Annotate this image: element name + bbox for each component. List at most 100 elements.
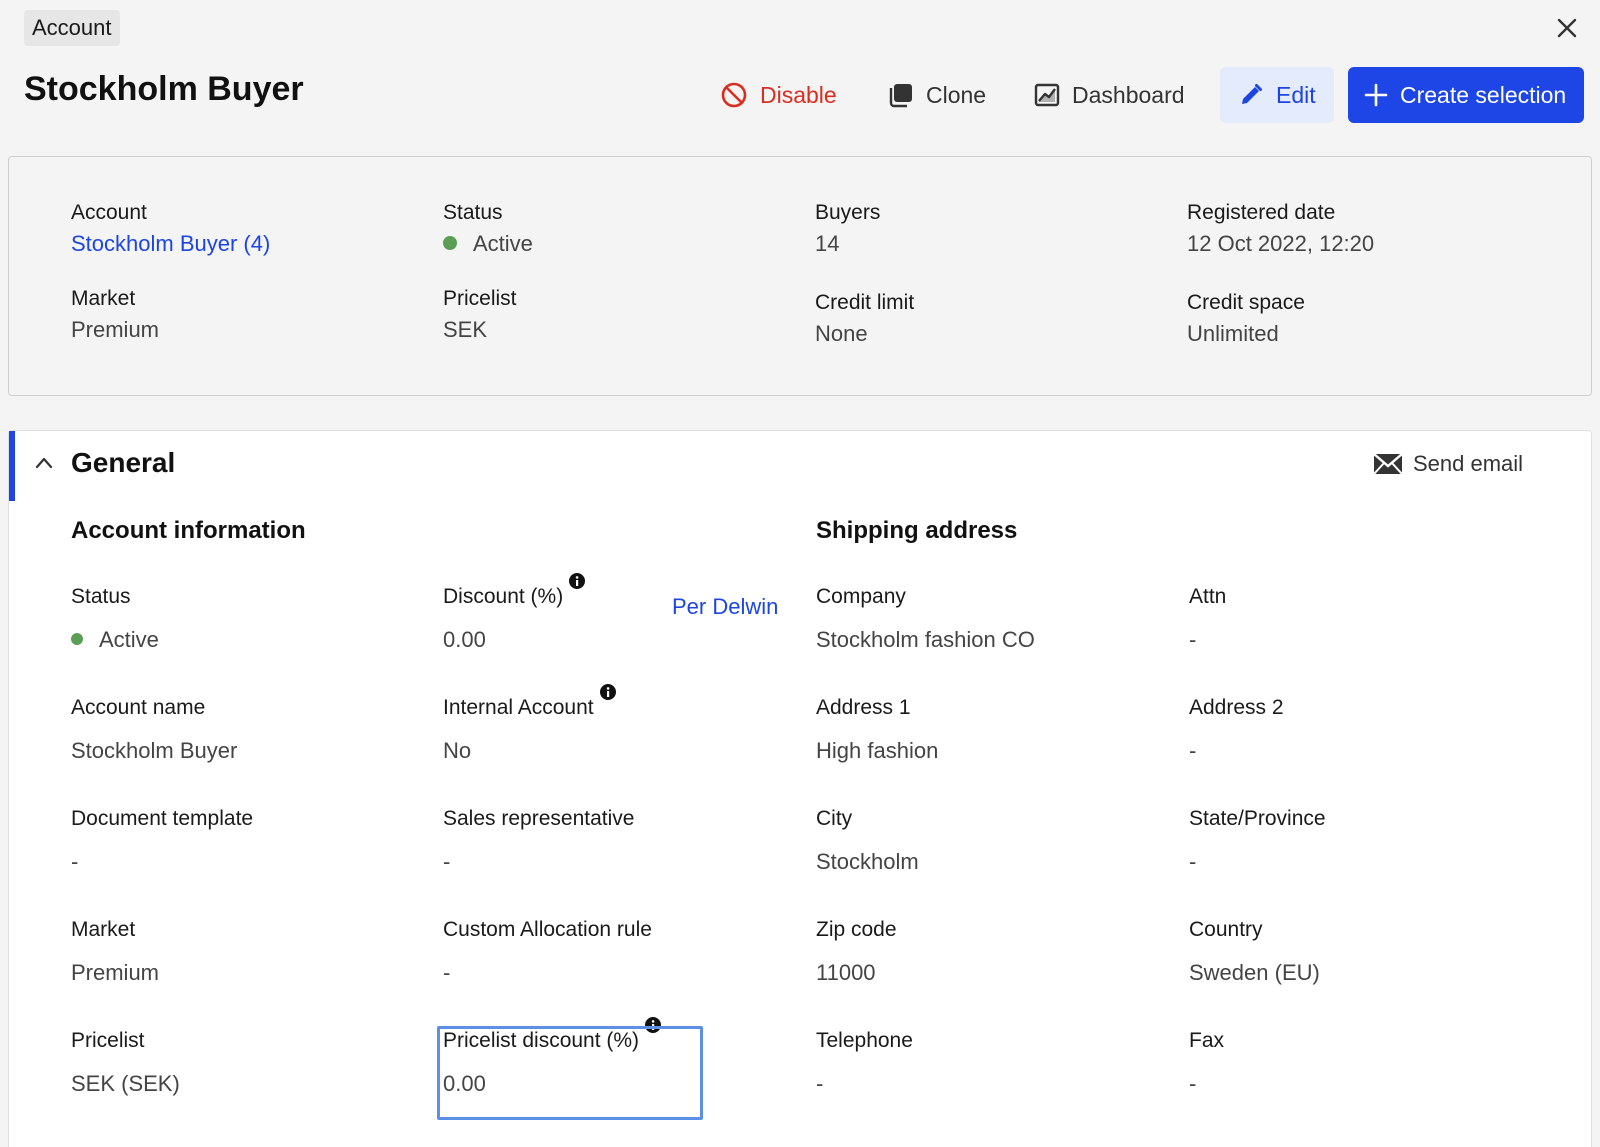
status-dot-icon [443, 236, 457, 251]
summary-buyers-label: Buyers [815, 201, 881, 224]
field-value: - [1189, 627, 1197, 652]
field-company: Company Stockholm fashion CO [816, 585, 1035, 653]
field-value: - [1189, 738, 1197, 763]
summary-market-value: Premium [71, 317, 160, 342]
summary-market: Market Premium [71, 287, 159, 343]
summary-credit-limit: Credit limit None [815, 291, 914, 347]
close-icon [1557, 18, 1577, 38]
field-label: Custom Allocation rule [443, 918, 652, 941]
summary-credit-limit-label: Credit limit [815, 291, 915, 314]
summary-credit-space-label: Credit space [1187, 291, 1305, 314]
field-value: SEK (SEK) [71, 1071, 180, 1096]
summary-status-label: Status [443, 201, 503, 224]
field-pricelist-discount: Pricelist discount (%) 0.00 [443, 1017, 662, 1097]
field-label: Fax [1189, 1029, 1225, 1052]
field-value: - [816, 1071, 824, 1096]
clone-icon [889, 84, 912, 108]
field-label: Status [71, 585, 131, 608]
field-value: Premium [71, 960, 160, 985]
field-label: State/Province [1189, 807, 1326, 830]
status-dot-icon [71, 633, 83, 646]
field-address1: Address 1 High fashion [816, 696, 938, 764]
field-label: Telephone [816, 1029, 913, 1052]
field-label: Market [71, 918, 136, 941]
field-value: 0.00 [443, 1071, 486, 1096]
field-label: Pricelist [71, 1029, 145, 1052]
field-value: Stockholm fashion CO [816, 627, 1035, 652]
field-label: Address 1 [816, 696, 911, 719]
field-label: Account name [71, 696, 206, 719]
field-value: Sweden (EU) [1189, 960, 1320, 985]
account-summary-card: Account Stockholm Buyer (4) Status Activ… [8, 156, 1592, 396]
summary-pricelist-value: SEK [443, 317, 488, 342]
field-account-name: Account name Stockholm Buyer [71, 696, 237, 764]
field-state-province: State/Province - [1189, 807, 1326, 875]
disable-label: Disable [760, 81, 837, 108]
field-value: No [443, 738, 472, 763]
field-telephone: Telephone - [816, 1029, 913, 1097]
send-email-button[interactable]: Send email [1373, 451, 1523, 477]
chevron-up-icon [35, 457, 53, 469]
field-zip-code: Zip code 11000 [816, 918, 897, 986]
per-delwin-link[interactable]: Per Delwin [672, 594, 778, 620]
field-value: Active [99, 627, 159, 652]
field-value: 0.00 [443, 627, 486, 652]
toolbar: Disable Clone Dashboard Edit Create sele… [0, 67, 1600, 123]
create-selection-button[interactable]: Create selection [1348, 67, 1585, 123]
field-value: Stockholm Buyer [71, 738, 238, 763]
summary-account: Account Stockholm Buyer (4) [71, 201, 270, 257]
clone-button[interactable]: Clone [870, 67, 1004, 123]
field-label: Address 2 [1189, 696, 1284, 719]
field-value: Stockholm [816, 849, 919, 874]
summary-registered-value: 12 Oct 2022, 12:20 [1187, 231, 1375, 256]
plus-icon [1364, 83, 1388, 107]
collapse-toggle[interactable] [34, 453, 54, 478]
summary-credit-space-value: Unlimited [1187, 321, 1279, 346]
edit-label: Edit [1276, 81, 1316, 108]
summary-market-label: Market [71, 287, 136, 310]
summary-registered-label: Registered date [1187, 201, 1336, 224]
dashboard-button[interactable]: Dashboard [1016, 67, 1203, 123]
info-icon[interactable] [569, 573, 586, 589]
field-value: - [443, 960, 451, 985]
shipping-address-heading: Shipping address [816, 517, 1018, 544]
clone-label: Clone [926, 81, 987, 108]
disable-button[interactable]: Disable [702, 67, 855, 123]
field-value: - [1189, 1071, 1197, 1096]
field-value: - [1189, 849, 1197, 874]
field-value: - [443, 849, 451, 874]
field-pricelist: Pricelist SEK (SEK) [71, 1029, 180, 1097]
summary-account-link[interactable]: Stockholm Buyer (4) [71, 231, 270, 257]
field-label: Company [816, 585, 906, 608]
summary-status-value: Active [443, 231, 533, 257]
field-document-template: Document template - [71, 807, 253, 875]
field-label: Sales representative [443, 807, 635, 830]
field-value: - [71, 849, 79, 874]
summary-status: Status Active [443, 201, 533, 257]
field-country: Country Sweden (EU) [1189, 918, 1320, 986]
summary-pricelist-label: Pricelist [443, 287, 517, 310]
summary-status-text: Active [473, 231, 533, 256]
field-status: Status Active [71, 585, 159, 653]
field-address2: Address 2 - [1189, 696, 1284, 764]
field-custom-allocation-rule: Custom Allocation rule - [443, 918, 652, 986]
field-status-value: Active [71, 627, 159, 653]
info-icon[interactable] [599, 684, 616, 700]
field-label: Attn [1189, 585, 1227, 608]
edit-button[interactable]: Edit [1220, 67, 1334, 123]
field-label: Zip code [816, 918, 897, 941]
info-icon[interactable] [645, 1017, 662, 1033]
send-email-label: Send email [1413, 451, 1524, 476]
field-value: 11000 [816, 960, 876, 985]
field-city: City Stockholm [816, 807, 919, 875]
field-label: Country [1189, 918, 1263, 941]
field-value: High fashion [816, 738, 939, 763]
field-label: Document template [71, 807, 254, 830]
field-attn: Attn - [1189, 585, 1226, 653]
field-fax: Fax - [1189, 1029, 1224, 1097]
field-label: Pricelist discount (%) [443, 1017, 662, 1053]
field-label: Internal Account [443, 684, 616, 720]
field-label: Discount (%) [443, 573, 586, 609]
close-button[interactable] [1553, 14, 1581, 42]
field-label-text: Discount (%) [443, 585, 564, 608]
